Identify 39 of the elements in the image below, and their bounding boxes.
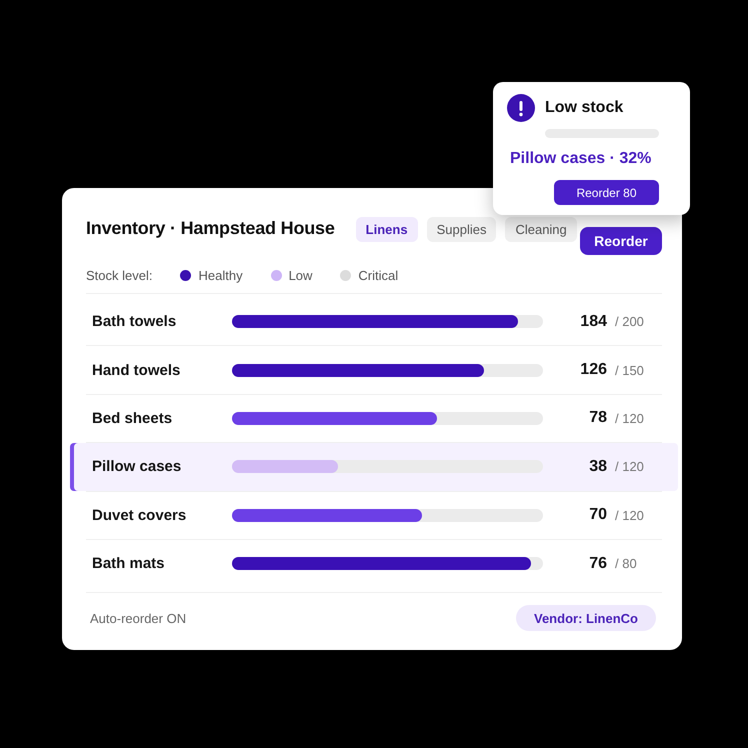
reorder-button[interactable]: Reorder [580, 227, 662, 255]
stock-count: 76 [588, 554, 607, 573]
vendor-tag: Vendor: LinenCo [516, 605, 656, 632]
stock-capacity: / 120 [614, 459, 645, 474]
popover-message: Pillow cases · 32% [509, 150, 652, 168]
popover-title: Low stock [545, 99, 624, 117]
item-name: Bath towels [92, 313, 178, 330]
stock-capacity: / 80 [614, 556, 638, 572]
stock-capacity: / 120 [614, 410, 645, 426]
item-name: Bed sheets [92, 410, 174, 427]
stock-count: 38 [588, 458, 607, 476]
stock-row[interactable]: Bath towels 184 / 200 [70, 298, 678, 346]
stock-count: 70 [588, 506, 607, 524]
alert-icon [507, 94, 535, 122]
stock-row[interactable]: Bed sheets 78 / 120 [70, 394, 678, 442]
item-name: Bath mats [92, 555, 166, 572]
stock-row[interactable]: Hand towels 126 / 150 [70, 346, 678, 394]
category-tab[interactable]: Linens [356, 217, 418, 242]
stock-count: 184 [579, 312, 607, 331]
item-name: Hand towels [92, 362, 182, 379]
legend-text: Healthy [198, 268, 243, 282]
stock-count: 126 [579, 361, 607, 380]
category-tab[interactable]: Supplies [426, 217, 496, 242]
item-name: Duvet covers [92, 506, 188, 524]
stock-row[interactable]: Bath mats 76 / 80 [70, 540, 678, 588]
item-name: Pillow cases [92, 458, 182, 476]
panel-title: Inventory · Hampstead House [86, 217, 335, 240]
stock-row-highlighted[interactable]: Pillow cases 38 / 120 [70, 443, 678, 491]
legend-text: Critical [358, 268, 398, 282]
category-tab[interactable]: Cleaning [505, 217, 577, 242]
reorder-quantity-button[interactable]: Reorder 80 [554, 180, 659, 205]
legend-text: Low [288, 268, 312, 282]
legend-label: Stock level: [86, 268, 152, 282]
auto-reorder-status: Auto-reorder ON [90, 610, 186, 626]
stock-count: 78 [588, 409, 607, 428]
stock-row[interactable]: Duvet covers 70 / 120 [70, 492, 678, 539]
stock-capacity: / 150 [614, 362, 645, 378]
stock-capacity: / 200 [614, 314, 645, 330]
stock-capacity: / 120 [614, 508, 645, 523]
